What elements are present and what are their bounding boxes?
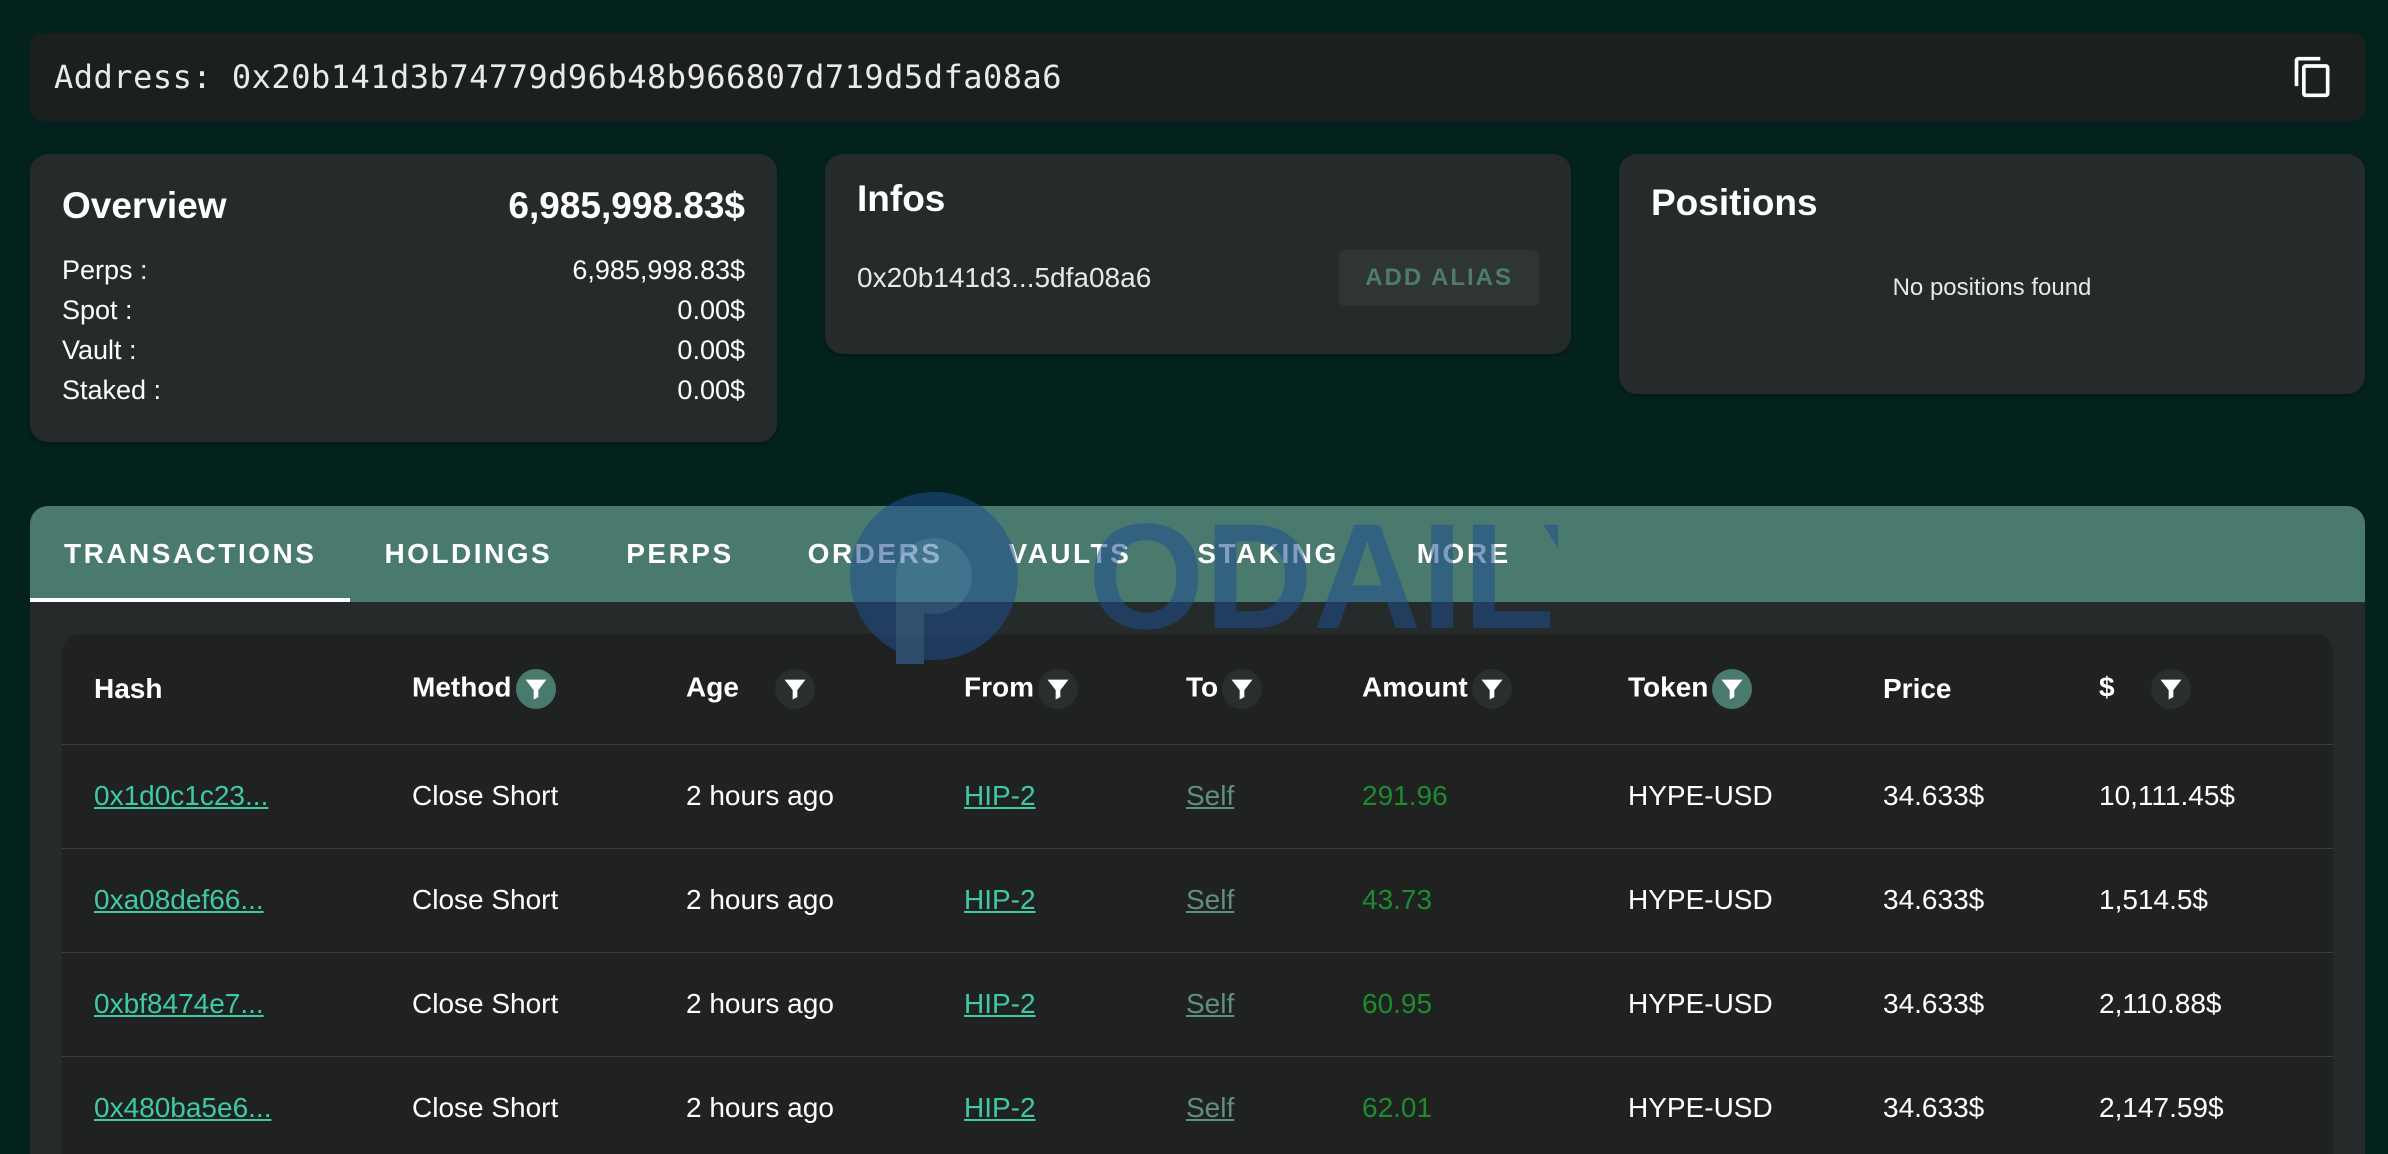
overview-title: Overview — [62, 185, 227, 226]
table-row[interactable]: 0xbf8474e7... Close Short 2 hours ago HI… — [62, 952, 2333, 1057]
infos-card: Infos 0x20b141d3...5dfa08a6 ADD ALIAS — [825, 154, 1571, 354]
tx-to-link[interactable]: Self — [1186, 780, 1234, 811]
column-header-usd: $ — [2067, 634, 2333, 745]
tx-from-link[interactable]: HIP-2 — [964, 988, 1036, 1019]
tx-price: 34.633$ — [1883, 988, 1985, 1019]
overview-card: Overview 6,985,998.83$ Perps : 6,985,998… — [30, 154, 777, 442]
tx-amount: 291.96 — [1362, 780, 1448, 811]
tab-transactions[interactable]: TRANSACTIONS — [30, 506, 351, 602]
overview-row-vault: Vault : 0.00$ — [62, 330, 745, 370]
tx-usd: 10,111.45$ — [2099, 780, 2235, 811]
amount-filter-icon[interactable] — [1471, 668, 1512, 709]
to-filter-icon[interactable] — [1222, 668, 1263, 709]
tx-token: HYPE-USD — [1628, 884, 1773, 915]
tab-more[interactable]: MORE — [1373, 506, 1545, 602]
tx-age: 2 hours ago — [686, 780, 834, 811]
table-row[interactable]: 0x1d0c1c23... Close Short 2 hours ago HI… — [62, 744, 2333, 849]
token-filter-icon[interactable] — [1712, 668, 1753, 709]
transactions-panel: TRANSACTIONS HOLDINGS PERPS ORDERS VAULT… — [30, 506, 2365, 1154]
add-alias-button[interactable]: ADD ALIAS — [1339, 250, 1539, 306]
tx-token: HYPE-USD — [1628, 988, 1773, 1019]
table-header-row: Hash Method Age From To Amount Token Pri… — [62, 634, 2333, 745]
positions-title: Positions — [1651, 182, 1818, 223]
column-header-hash: Hash — [62, 634, 380, 745]
overview-row-value: 0.00$ — [677, 295, 745, 325]
column-header-to: To — [1154, 634, 1330, 745]
method-filter-icon[interactable] — [515, 668, 556, 709]
positions-card: Positions No positions found — [1619, 154, 2365, 394]
infos-title: Infos — [857, 178, 946, 219]
tx-to-link[interactable]: Self — [1186, 1092, 1234, 1123]
tx-token: HYPE-USD — [1628, 780, 1773, 811]
tab-staking[interactable]: STAKING — [1165, 506, 1372, 602]
tx-age: 2 hours ago — [686, 988, 834, 1019]
overview-row-perps: Perps : 6,985,998.83$ — [62, 250, 745, 290]
tx-hash-link[interactable]: 0xbf8474e7... — [94, 988, 264, 1019]
tx-amount: 60.95 — [1362, 988, 1433, 1019]
positions-empty-text: No positions found — [1892, 274, 2092, 301]
tx-from-link[interactable]: HIP-2 — [964, 884, 1036, 915]
overview-total: 6,985,998.83$ — [508, 185, 745, 226]
transactions-table: Hash Method Age From To Amount Token Pri… — [62, 634, 2333, 1154]
tx-price: 34.633$ — [1883, 780, 1985, 811]
infos-short-address: 0x20b141d3...5dfa08a6 — [857, 262, 1152, 293]
tx-age: 2 hours ago — [686, 884, 834, 915]
transactions-table-container: Hash Method Age From To Amount Token Pri… — [62, 634, 2333, 1154]
tab-holdings[interactable]: HOLDINGS — [350, 506, 586, 602]
tx-from-link[interactable]: HIP-2 — [964, 1092, 1036, 1123]
tx-hash-link[interactable]: 0xa08def66... — [94, 884, 264, 915]
tx-method: Close Short — [412, 1092, 559, 1123]
tx-usd: 1,514.5$ — [2099, 884, 2208, 915]
tx-amount: 62.01 — [1362, 1092, 1433, 1123]
tx-age: 2 hours ago — [686, 1092, 834, 1123]
from-filter-icon[interactable] — [1038, 668, 1078, 709]
column-header-age: Age — [654, 634, 932, 745]
overview-row-value: 6,985,998.83$ — [572, 255, 745, 285]
address-text: Address: 0x20b141d3b74779d96b48b966807d7… — [54, 58, 1063, 96]
tx-hash-link[interactable]: 0x1d0c1c23... — [94, 780, 268, 811]
overview-row-value: 0.00$ — [677, 375, 745, 405]
column-header-method: Method — [380, 634, 654, 745]
copy-icon[interactable] — [2291, 55, 2335, 99]
tx-to-link[interactable]: Self — [1186, 988, 1234, 1019]
table-row[interactable]: 0xa08def66... Close Short 2 hours ago HI… — [62, 848, 2333, 953]
tx-hash-link[interactable]: 0x480ba5e6... — [94, 1092, 272, 1123]
usd-filter-icon[interactable] — [2150, 668, 2191, 709]
tx-method: Close Short — [412, 884, 559, 915]
tx-from-link[interactable]: HIP-2 — [964, 780, 1036, 811]
tab-vaults[interactable]: VAULTS — [976, 506, 1165, 602]
overview-row-staked: Staked : 0.00$ — [62, 370, 745, 410]
overview-row-label: Vault : — [62, 335, 137, 365]
tx-method: Close Short — [412, 780, 559, 811]
tab-bar: TRANSACTIONS HOLDINGS PERPS ORDERS VAULT… — [30, 506, 2365, 602]
overview-row-value: 0.00$ — [677, 335, 745, 365]
overview-row-label: Perps : — [62, 255, 148, 285]
tx-token: HYPE-USD — [1628, 1092, 1773, 1123]
address-bar: Address: 0x20b141d3b74779d96b48b966807d7… — [30, 33, 2365, 121]
tab-perps[interactable]: PERPS — [586, 506, 767, 602]
column-header-from: From — [932, 634, 1154, 745]
column-header-token: Token — [1596, 634, 1851, 745]
tx-method: Close Short — [412, 988, 559, 1019]
tx-amount: 43.73 — [1362, 884, 1433, 915]
overview-row-spot: Spot : 0.00$ — [62, 290, 745, 330]
tx-usd: 2,110.88$ — [2099, 988, 2222, 1019]
tx-price: 34.633$ — [1883, 884, 1985, 915]
column-header-amount: Amount — [1330, 634, 1596, 745]
column-header-price: Price — [1851, 634, 2067, 745]
tx-price: 34.633$ — [1883, 1092, 1985, 1123]
table-row[interactable]: 0x480ba5e6... Close Short 2 hours ago HI… — [62, 1056, 2333, 1154]
tx-usd: 2,147.59$ — [2099, 1092, 2224, 1123]
tab-orders[interactable]: ORDERS — [768, 506, 977, 602]
overview-row-label: Spot : — [62, 295, 133, 325]
age-filter-icon[interactable] — [774, 668, 815, 709]
overview-row-label: Staked : — [62, 375, 162, 405]
tx-to-link[interactable]: Self — [1186, 884, 1234, 915]
